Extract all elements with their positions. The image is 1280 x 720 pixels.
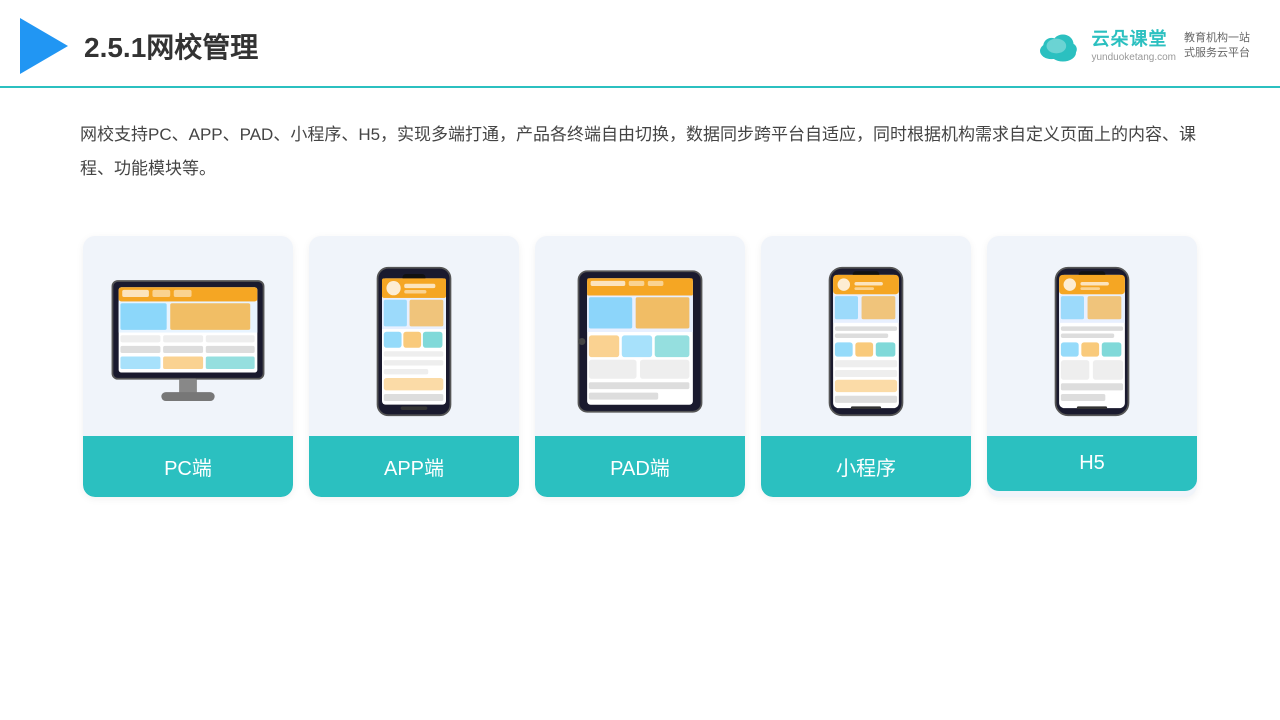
pc-card: PC端 xyxy=(83,236,293,497)
description-content: 网校支持PC、APP、PAD、小程序、H5，实现多端打通，产品各终端自由切换，数… xyxy=(80,125,1196,178)
app-phone-icon xyxy=(374,264,454,419)
cards-container: PC端 xyxy=(0,216,1280,527)
cloud-icon xyxy=(1033,28,1083,64)
logo-triangle-icon xyxy=(20,18,68,74)
page-title: 2.5.1网校管理 xyxy=(84,26,258,66)
h5-card: H5 xyxy=(987,236,1197,497)
brand-name: 云朵课堂 xyxy=(1091,28,1176,51)
brand-text: 云朵课堂 yunduoketang.com xyxy=(1091,28,1176,64)
page-header: 2.5.1网校管理 云朵课堂 yunduoketang.com 教育机构一 xyxy=(0,0,1280,88)
header-right: 云朵课堂 yunduoketang.com 教育机构一站式服务云平台 xyxy=(1033,28,1250,64)
mini-label: 小程序 xyxy=(761,436,971,497)
header-left: 2.5.1网校管理 xyxy=(20,18,258,74)
h5-image-area xyxy=(987,236,1197,436)
pad-label: PAD端 xyxy=(535,436,745,497)
mini-image-area xyxy=(761,236,971,436)
description-text: 网校支持PC、APP、PAD、小程序、H5，实现多端打通，产品各终端自由切换，数… xyxy=(0,88,1280,206)
brand-logo: 云朵课堂 yunduoketang.com 教育机构一站式服务云平台 xyxy=(1033,28,1250,64)
pc-monitor-icon xyxy=(108,276,268,406)
pad-tablet-icon xyxy=(575,264,705,419)
mini-phone-icon xyxy=(826,264,906,419)
h5-label: H5 xyxy=(987,436,1197,491)
mini-card: 小程序 xyxy=(761,236,971,497)
app-label: APP端 xyxy=(309,436,519,497)
pc-label: PC端 xyxy=(83,436,293,497)
pad-image-area xyxy=(535,236,745,436)
brand-url: yunduoketang.com xyxy=(1091,51,1176,64)
app-card: APP端 xyxy=(309,236,519,497)
pad-card: PAD端 xyxy=(535,236,745,497)
h5-phone-icon xyxy=(1052,264,1132,419)
pc-image-area xyxy=(83,236,293,436)
brand-tagline: 教育机构一站式服务云平台 xyxy=(1184,31,1250,62)
app-image-area xyxy=(309,236,519,436)
